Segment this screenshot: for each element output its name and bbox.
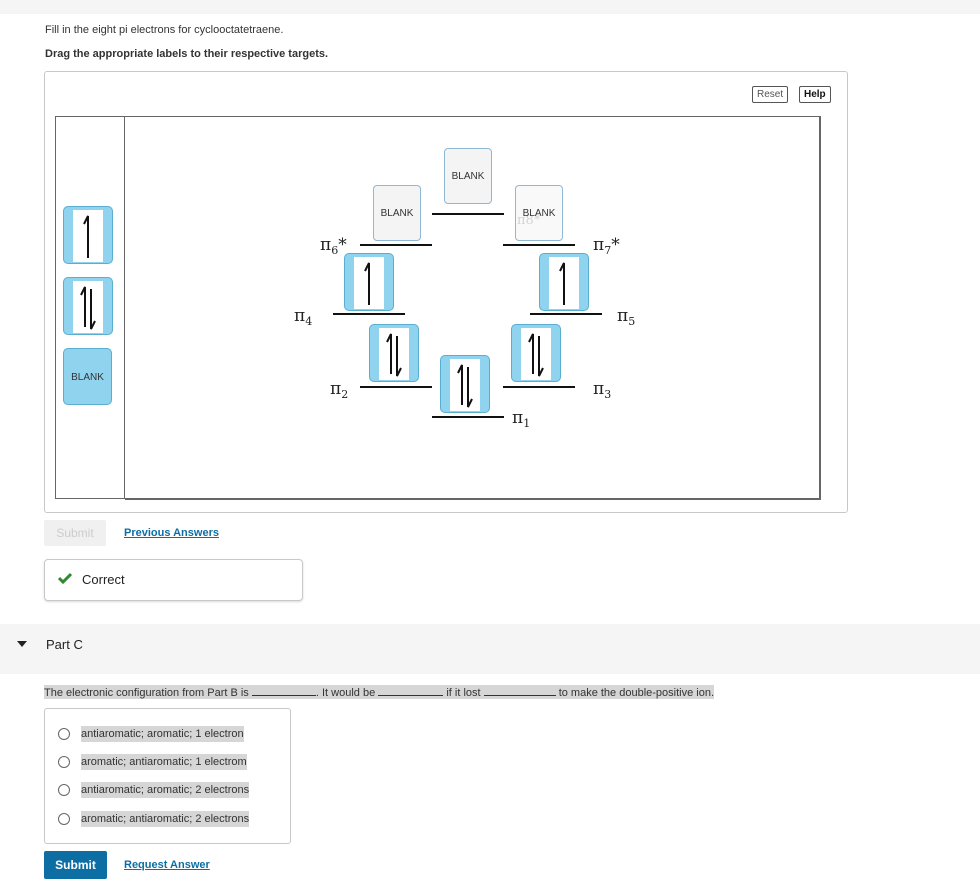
reset-button[interactable]: Reset <box>752 86 789 103</box>
pi7-star-label: π7* <box>593 235 620 257</box>
pi2-label: π2 <box>330 379 349 401</box>
request-answer-link[interactable]: Request Answer <box>124 859 210 871</box>
pi4-single-electron[interactable] <box>344 253 394 311</box>
single-up-arrow-icon <box>364 262 370 305</box>
pi1-electron-pair[interactable] <box>440 355 490 413</box>
pi1-label: π1 <box>512 408 531 430</box>
choice-label[interactable]: aromatic; antiaromatic; 1 electrom <box>81 754 247 770</box>
paired-up-down-arrows-icon <box>528 333 544 377</box>
radio-button[interactable] <box>58 756 70 768</box>
collapse-caret-icon[interactable] <box>17 641 27 647</box>
pi3-label: π3 <box>593 379 612 401</box>
choice-label[interactable]: aromatic; antiaromatic; 2 electrons <box>81 811 250 827</box>
pi6-blank-target[interactable]: BLANK <box>373 185 421 241</box>
pi4-label: π4 <box>294 306 313 328</box>
pi6-star-label: π6* <box>320 235 347 257</box>
blank-1 <box>251 685 316 696</box>
top-band <box>0 0 980 14</box>
pi5-single-electron[interactable] <box>539 253 589 311</box>
radio-button[interactable] <box>58 784 70 796</box>
pi3-electron-pair[interactable] <box>511 324 561 382</box>
sentence-part-4: to make the double-positive ion. <box>558 687 715 699</box>
radio-button[interactable] <box>58 728 70 740</box>
single-electron-label[interactable] <box>63 206 113 264</box>
pi3-level-line <box>503 386 575 388</box>
choice-label[interactable]: antiaromatic; aromatic; 2 electrons <box>81 782 250 798</box>
paired-up-down-arrows-icon <box>457 364 473 408</box>
choice-label[interactable]: antiaromatic; aromatic; 1 electron <box>81 726 244 742</box>
pi4-level-line <box>333 313 405 315</box>
answer-choices: antiaromatic; aromatic; 1 electron aroma… <box>44 708 291 844</box>
submit-button-disabled[interactable]: Submit <box>44 520 106 546</box>
part-c-title: Part C <box>46 637 83 652</box>
pi5-label: π5 <box>617 306 636 328</box>
instruction-text: Fill in the eight pi electrons for cyclo… <box>45 24 284 36</box>
single-up-arrow-icon <box>83 215 89 258</box>
paired-up-down-arrows-icon <box>386 333 402 377</box>
pi6-level-line <box>360 244 432 246</box>
sentence-part-2: . It would be <box>315 687 376 699</box>
pi7-blank-target[interactable]: BLANK <box>515 185 563 241</box>
single-up-arrow-icon <box>559 262 565 305</box>
feedback-text: Correct <box>82 572 125 587</box>
submit-button[interactable]: Submit <box>44 851 107 879</box>
part-c-header[interactable] <box>0 624 980 674</box>
pi5-level-line <box>530 313 602 315</box>
pi2-electron-pair[interactable] <box>369 324 419 382</box>
sentence-part-3: if it lost <box>446 687 481 699</box>
paired-up-down-arrows-icon <box>80 286 96 330</box>
blank-3 <box>483 685 556 696</box>
electron-pair-label[interactable] <box>63 277 113 335</box>
pi1-level-line <box>432 416 504 418</box>
sentence-part-1: The electronic configuration from Part B… <box>44 687 249 699</box>
blank-label-chip[interactable]: BLANK <box>63 348 112 405</box>
pi2-level-line <box>360 386 432 388</box>
drag-instruction: Drag the appropriate labels to their res… <box>45 48 329 60</box>
pi7-level-line <box>503 244 575 246</box>
help-button[interactable]: Help <box>799 86 831 103</box>
correct-feedback-box: Correct <box>44 559 303 601</box>
radio-button[interactable] <box>58 813 70 825</box>
blank-2 <box>378 685 444 696</box>
previous-answers-link[interactable]: Previous Answers <box>124 527 219 539</box>
checkmark-icon <box>58 572 72 584</box>
question-sentence: The electronic configuration from Part B… <box>44 685 715 699</box>
pi8-level-line <box>432 213 504 215</box>
pi8-blank-target[interactable]: BLANK <box>444 148 492 204</box>
